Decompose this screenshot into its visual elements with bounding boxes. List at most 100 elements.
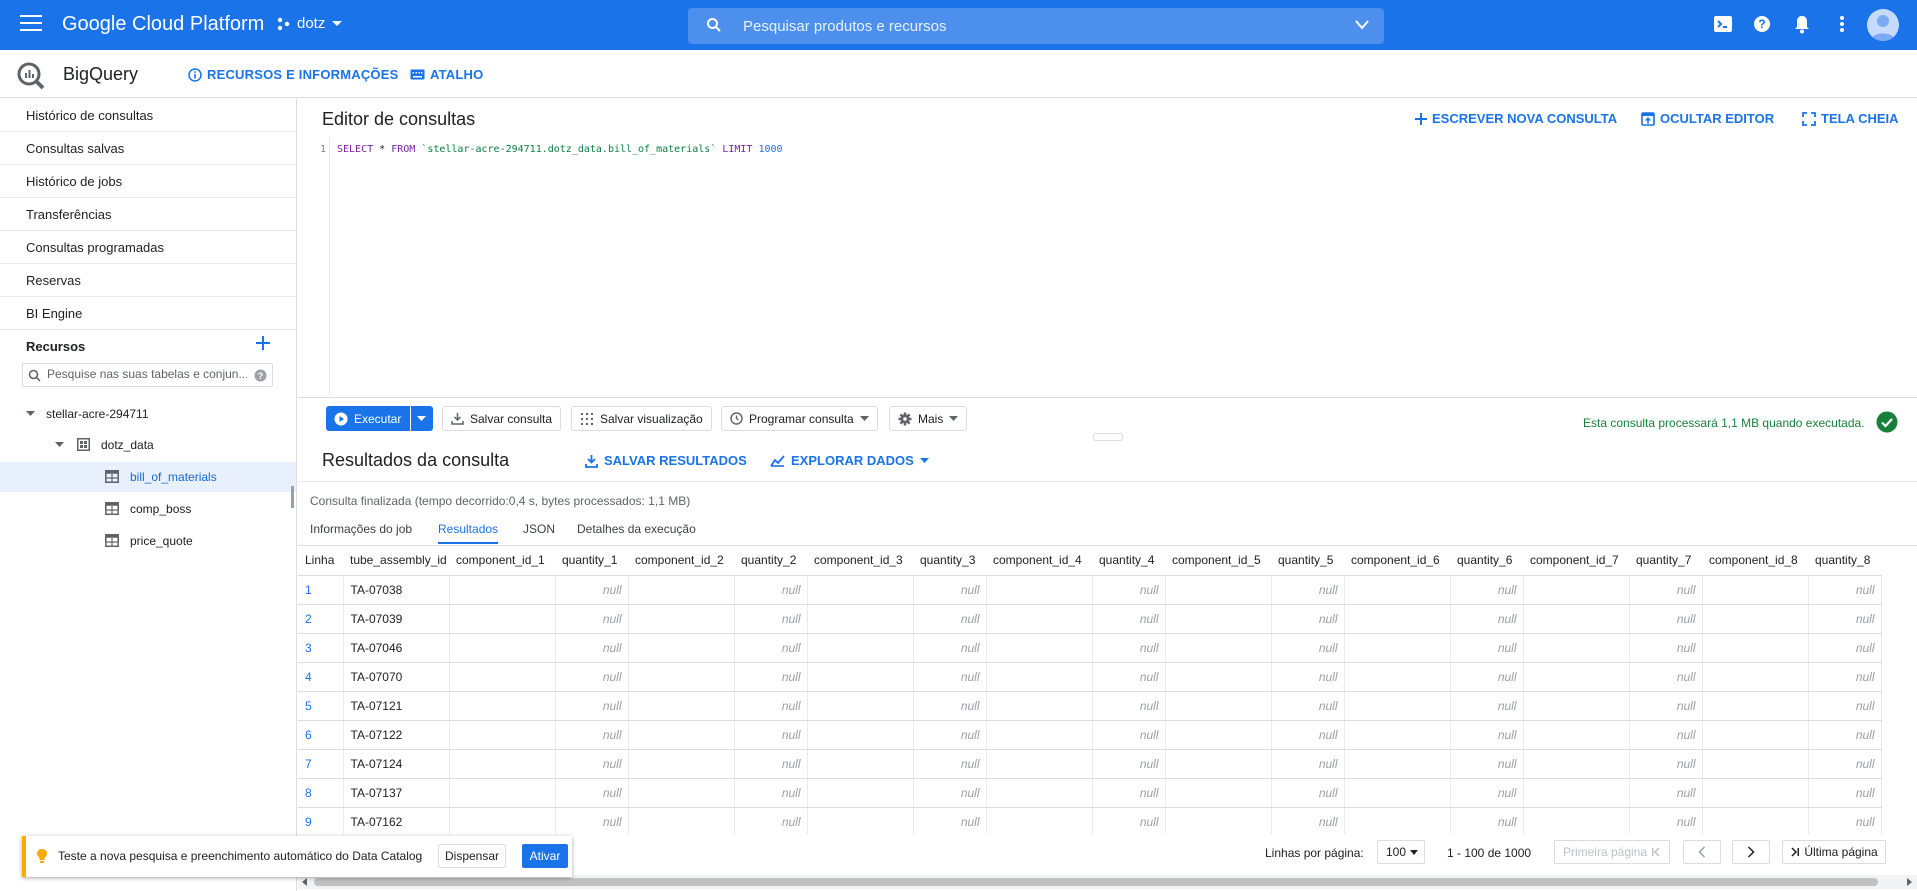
hide-editor-button[interactable]: OCULTAR EDITOR xyxy=(1641,111,1774,126)
tree-table-bill-of-materials[interactable]: bill_of_materials xyxy=(0,462,296,492)
explore-data-button[interactable]: EXPLORAR DADOS xyxy=(770,453,929,468)
scrollbar-thumb[interactable] xyxy=(314,878,1878,886)
save-results-button[interactable]: SALVAR RESULTADOS xyxy=(585,453,747,468)
run-button[interactable]: Executar xyxy=(326,406,410,431)
more-button[interactable]: Mais xyxy=(889,406,968,431)
save-view-button[interactable]: Salvar visualização xyxy=(571,406,712,431)
null-cell: null xyxy=(734,749,808,779)
sidebar-resize-handle[interactable] xyxy=(291,486,294,508)
tree-project[interactable]: stellar-acre-294711 xyxy=(0,399,296,429)
empty-cell xyxy=(1702,807,1809,834)
app-title[interactable]: Google Cloud Platform xyxy=(62,13,264,36)
menu-icon[interactable] xyxy=(20,15,42,33)
null-cell: null xyxy=(913,633,987,663)
help-icon[interactable]: ? xyxy=(1753,15,1771,33)
rows-per-page-select[interactable]: 100 xyxy=(1377,840,1425,864)
resources-info-label: RECURSOS E INFORMAÇÕES xyxy=(207,67,399,82)
sidebar-item-transfers[interactable]: Transferências xyxy=(0,198,296,231)
empty-cell xyxy=(449,604,556,634)
search-expand-icon[interactable] xyxy=(1354,19,1370,31)
clock-icon xyxy=(730,412,743,425)
avatar[interactable] xyxy=(1867,9,1899,41)
empty-cell xyxy=(1344,807,1451,834)
first-page-button[interactable]: Primeira página xyxy=(1554,840,1670,864)
null-cell: null xyxy=(555,575,629,605)
sql-table-ref: `stellar-acre-294711.dotz_data.bill_of_m… xyxy=(415,144,723,155)
fullscreen-button[interactable]: TELA CHEIA xyxy=(1802,111,1899,126)
cloud-shell-icon[interactable] xyxy=(1713,15,1733,33)
column-header: Linha xyxy=(298,546,343,576)
previous-page-button[interactable] xyxy=(1683,840,1721,864)
scroll-right-icon[interactable] xyxy=(1906,878,1912,886)
fullscreen-label: TELA CHEIA xyxy=(1821,111,1899,126)
empty-cell xyxy=(807,720,914,750)
horizontal-scrollbar[interactable] xyxy=(298,875,1917,889)
editor-resize-handle[interactable] xyxy=(1093,433,1123,441)
null-cell: null xyxy=(1629,749,1703,779)
empty-cell xyxy=(1344,604,1451,634)
empty-cell xyxy=(1344,778,1451,808)
empty-cell xyxy=(1165,575,1272,605)
empty-cell xyxy=(807,778,914,808)
dismiss-button[interactable]: Dispensar xyxy=(438,844,506,868)
null-cell: null xyxy=(1808,633,1882,663)
null-cell: null xyxy=(555,807,629,834)
null-cell: null xyxy=(1271,691,1345,721)
global-search[interactable] xyxy=(688,8,1384,44)
sidebar-item-query-history[interactable]: Histórico de consultas xyxy=(0,99,296,132)
empty-cell xyxy=(1344,749,1451,779)
empty-cell xyxy=(628,749,735,779)
column-header: quantity_6 xyxy=(1450,546,1523,576)
help-icon[interactable]: ? xyxy=(254,369,267,382)
sidebar-item-bi-engine[interactable]: BI Engine xyxy=(0,297,296,330)
tab-execution-details[interactable]: Detalhes da execução xyxy=(577,522,696,542)
caret-down-icon[interactable] xyxy=(26,411,35,417)
first-page-icon xyxy=(1652,847,1660,857)
null-cell: null xyxy=(913,807,987,834)
tab-job-info[interactable]: Informações do job xyxy=(310,522,412,542)
tab-results[interactable]: Resultados xyxy=(438,522,499,544)
notifications-icon[interactable] xyxy=(1793,14,1811,34)
resource-search-input[interactable] xyxy=(47,367,247,381)
tree-dataset[interactable]: dotz_data xyxy=(0,430,296,460)
global-search-input[interactable] xyxy=(743,14,1303,38)
caret-down-icon[interactable] xyxy=(55,442,64,448)
schedule-query-button[interactable]: Programar consulta xyxy=(721,406,878,431)
sidebar-item-job-history[interactable]: Histórico de jobs xyxy=(0,165,296,198)
row-number-cell: 7 xyxy=(298,749,344,779)
sql-keyword-select: SELECT xyxy=(337,144,374,155)
table-icon xyxy=(105,534,119,547)
sql-code-line[interactable]: SELECT * FROM `stellar-acre-294711.dotz_… xyxy=(337,144,783,155)
table-row: 9 TA-07162 null null null null null null null nul… xyxy=(298,807,1882,834)
empty-cell xyxy=(1165,604,1272,634)
query-editor[interactable]: 1 SELECT * FROM `stellar-acre-294711.dot… xyxy=(298,137,1917,398)
tree-table-price-quote[interactable]: price_quote xyxy=(0,526,296,556)
column-header: component_id_3 xyxy=(807,546,913,576)
sidebar-item-saved-queries[interactable]: Consultas salvas xyxy=(0,132,296,165)
new-query-button[interactable]: ESCREVER NOVA CONSULTA xyxy=(1415,111,1617,126)
play-icon xyxy=(334,412,348,425)
resource-search[interactable]: ? xyxy=(22,363,273,387)
null-cell: null xyxy=(555,691,629,721)
empty-cell xyxy=(1165,778,1272,808)
sidebar-item-scheduled-queries[interactable]: Consultas programadas xyxy=(0,231,296,264)
account-icon xyxy=(1871,15,1895,41)
save-query-button[interactable]: Salvar consulta xyxy=(442,406,562,431)
null-cell: null xyxy=(734,807,808,834)
scroll-left-icon[interactable] xyxy=(302,878,308,886)
shortcut-link[interactable]: ATALHO xyxy=(410,67,483,82)
resources-info-link[interactable]: RECURSOS E INFORMAÇÕES xyxy=(188,67,398,82)
run-options-dropdown[interactable] xyxy=(411,406,433,431)
upload-box-icon xyxy=(1641,111,1655,126)
last-page-button[interactable]: Última página xyxy=(1782,840,1886,864)
sidebar-item-reservations[interactable]: Reservas xyxy=(0,264,296,297)
add-data-icon[interactable] xyxy=(255,335,271,351)
null-cell: null xyxy=(1808,778,1882,808)
project-selector[interactable]: dotz xyxy=(277,15,343,32)
empty-cell xyxy=(1523,691,1630,721)
tree-table-comp-boss[interactable]: comp_boss xyxy=(0,494,296,524)
next-page-button[interactable] xyxy=(1732,840,1770,864)
more-vert-icon[interactable] xyxy=(1839,15,1845,33)
tab-json[interactable]: JSON xyxy=(523,522,555,542)
activate-button[interactable]: Ativar xyxy=(522,844,568,868)
